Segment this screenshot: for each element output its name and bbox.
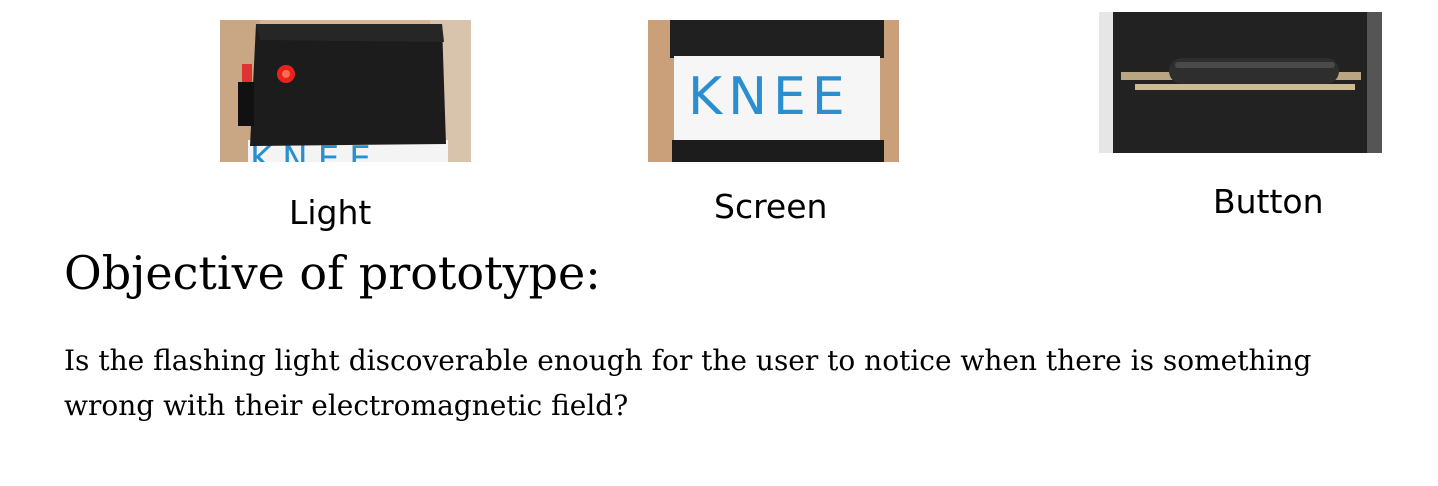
light-photo: KNEE: [220, 20, 471, 162]
device-button-photo: [1099, 12, 1382, 153]
caption-light: Light: [289, 193, 372, 232]
screen-knee-text: KNEE: [688, 67, 851, 127]
caption-screen: Screen: [714, 187, 828, 226]
caption-button: Button: [1213, 182, 1324, 221]
page-heading: Objective of prototype:: [64, 246, 601, 300]
objective-paragraph: Is the flashing light discoverable enoug…: [64, 344, 1312, 422]
knee-screen-photo: KNEE: [648, 20, 899, 162]
wrist-device-light-photo: KNEE: [220, 20, 471, 162]
button-photo: [1099, 12, 1382, 153]
screen-photo: KNEE: [648, 20, 899, 162]
